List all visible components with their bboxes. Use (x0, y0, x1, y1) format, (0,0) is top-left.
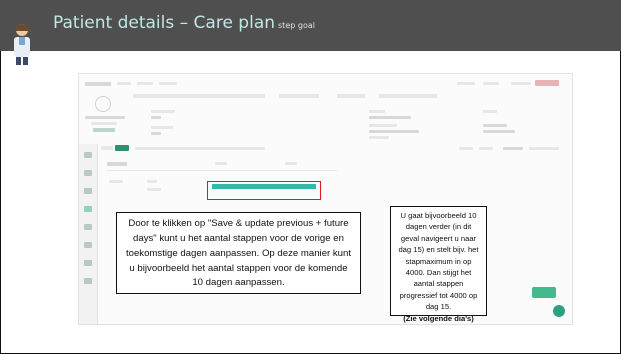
slide-header: Patient details – Care plan step goal (0, 0, 621, 51)
filter-field[interactable] (279, 94, 319, 98)
info-value (151, 132, 161, 135)
patient-badge (93, 128, 115, 132)
nurse-avatar-icon (14, 24, 30, 65)
sidebar-icon[interactable] (84, 260, 92, 266)
tab-tool[interactable] (459, 147, 473, 150)
sidebar-icon[interactable] (84, 152, 92, 158)
tab-tool[interactable] (503, 147, 523, 150)
nav-item[interactable] (483, 82, 499, 85)
app-logo (85, 82, 111, 86)
example-text: U gaat bijvoorbeeld 10 dagen verder (in … (398, 211, 479, 312)
table-header-cell (285, 162, 297, 165)
sidebar-icon[interactable] (84, 242, 92, 248)
tab-active[interactable] (115, 145, 129, 151)
sidebar-icon[interactable] (84, 278, 92, 284)
info-label (369, 124, 397, 127)
patient-name (85, 116, 125, 119)
help-button[interactable] (553, 305, 565, 317)
info-value (151, 116, 161, 119)
info-value (483, 124, 507, 127)
filter-field[interactable] (337, 94, 365, 98)
save-update-button[interactable] (212, 184, 316, 189)
app-sidebar (79, 144, 98, 324)
table-header-cell (107, 162, 127, 166)
nav-item[interactable] (117, 82, 131, 85)
patient-avatar (95, 96, 111, 112)
info-value (369, 136, 389, 139)
page-title-text: Patient details – Care plan (53, 13, 276, 33)
nav-item[interactable] (137, 82, 153, 85)
info-value (369, 130, 419, 133)
tab-tool[interactable] (479, 147, 493, 150)
save-update-highlight (207, 181, 321, 200)
tab-tool[interactable] (529, 147, 559, 150)
sidebar-icon[interactable] (84, 170, 92, 176)
page-title: Patient details – Care plan step goal (53, 13, 315, 33)
search-bar[interactable] (133, 94, 265, 98)
nav-item[interactable] (457, 82, 475, 85)
info-value (483, 130, 515, 133)
table-cell (109, 180, 123, 183)
user-menu[interactable] (535, 80, 559, 86)
sidebar-icon[interactable] (84, 188, 92, 194)
example-footer: (Zie volgende dia's) (403, 313, 474, 323)
info-label (369, 110, 385, 113)
patient-meta (91, 122, 117, 125)
info-label (151, 126, 173, 129)
tab[interactable] (101, 146, 113, 150)
filter-field[interactable] (379, 94, 437, 98)
info-value (369, 116, 411, 119)
instruction-callout: Door te klikken op "Save & update previo… (116, 212, 361, 294)
table-cell (147, 188, 161, 191)
info-label (483, 110, 497, 113)
table-divider (107, 170, 337, 171)
sidebar-icon-active[interactable] (84, 206, 92, 212)
example-callout: U gaat bijvoorbeeld 10 dagen verder (in … (390, 206, 487, 323)
tab-strip (135, 147, 265, 150)
save-button[interactable] (532, 287, 556, 298)
table-header-cell (215, 162, 227, 165)
page-subtitle: step goal (278, 21, 315, 30)
table-cell (147, 180, 157, 183)
nav-item[interactable] (511, 82, 531, 85)
nav-item[interactable] (159, 82, 177, 85)
sidebar-icon[interactable] (84, 224, 92, 230)
info-label (151, 110, 175, 113)
